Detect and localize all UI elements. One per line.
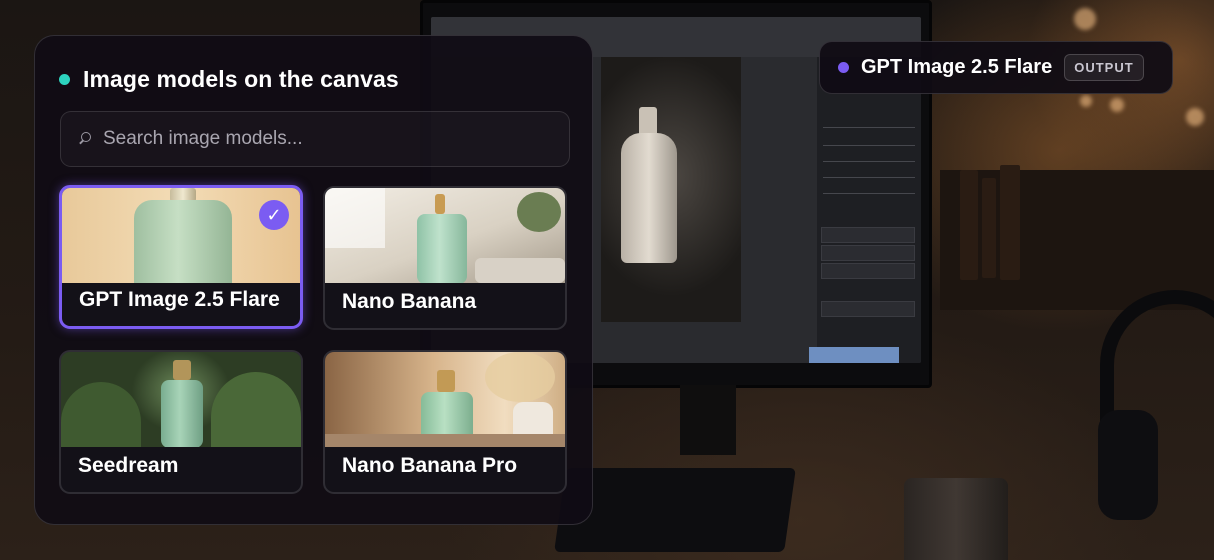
panel-divider xyxy=(823,193,915,194)
search-box[interactable] xyxy=(60,111,570,167)
editor-side-panel xyxy=(817,57,921,363)
model-card-seedream[interactable]: Seedream xyxy=(59,350,303,494)
bottle-cap xyxy=(435,194,445,214)
export-bar xyxy=(809,347,899,363)
towel xyxy=(475,258,565,283)
bottle-cap xyxy=(437,370,455,392)
screen-bottle xyxy=(621,133,677,263)
model-card-label: Nano Banana Pro xyxy=(342,454,518,477)
model-picker-panel: Image models on the canvas ✓ GPT Image 2… xyxy=(34,35,593,525)
panel-box xyxy=(821,245,915,261)
model-card-gpt-image-2-5-flare[interactable]: ✓ GPT Image 2.5 Flare xyxy=(59,185,303,329)
model-card-nano-banana[interactable]: Nano Banana xyxy=(323,186,567,330)
mug xyxy=(904,478,1008,560)
panel-divider xyxy=(823,161,915,162)
output-model-badge: GPT Image 2.5 Flare OUTPUT xyxy=(819,41,1173,94)
model-card-label: GPT Image 2.5 Flare xyxy=(79,288,280,311)
dried-flowers xyxy=(485,352,555,402)
bokeh-light xyxy=(1110,98,1124,112)
model-card-label: Seedream xyxy=(78,454,179,477)
bokeh-light xyxy=(1080,95,1092,107)
window-light xyxy=(325,188,385,248)
panel-divider xyxy=(823,145,915,146)
bokeh-light xyxy=(1186,108,1204,126)
status-dot xyxy=(59,74,70,85)
model-preview-image xyxy=(61,352,301,447)
search-icon xyxy=(79,132,93,146)
panel-title: Image models on the canvas xyxy=(83,66,399,92)
plant xyxy=(517,192,561,232)
check-icon: ✓ xyxy=(259,200,289,230)
book xyxy=(960,170,978,280)
bottle xyxy=(417,214,467,283)
output-model-name: GPT Image 2.5 Flare xyxy=(861,56,1053,78)
panel-box xyxy=(821,301,915,317)
panel-box xyxy=(821,263,915,279)
panel-header: Image models on the canvas xyxy=(59,66,399,93)
bottle xyxy=(134,200,232,283)
fern xyxy=(211,372,301,447)
headphone-cup xyxy=(1098,410,1158,520)
table xyxy=(325,434,565,447)
panel-divider xyxy=(823,127,915,128)
bokeh-light xyxy=(1074,8,1096,30)
bottle xyxy=(161,380,203,447)
output-tag: OUTPUT xyxy=(1064,54,1144,81)
model-card-nano-banana-pro[interactable]: Nano Banana Pro xyxy=(323,350,567,494)
book xyxy=(982,178,996,278)
bottle-cap xyxy=(173,360,191,380)
book xyxy=(1000,165,1020,280)
panel-divider xyxy=(823,177,915,178)
model-preview-image xyxy=(325,352,565,447)
search-input[interactable] xyxy=(103,128,543,150)
monitor-stand xyxy=(680,385,736,455)
fern xyxy=(61,382,141,447)
model-card-label: Nano Banana xyxy=(342,290,477,313)
output-dot xyxy=(838,62,849,73)
panel-box xyxy=(821,227,915,243)
model-preview-image xyxy=(325,188,565,283)
